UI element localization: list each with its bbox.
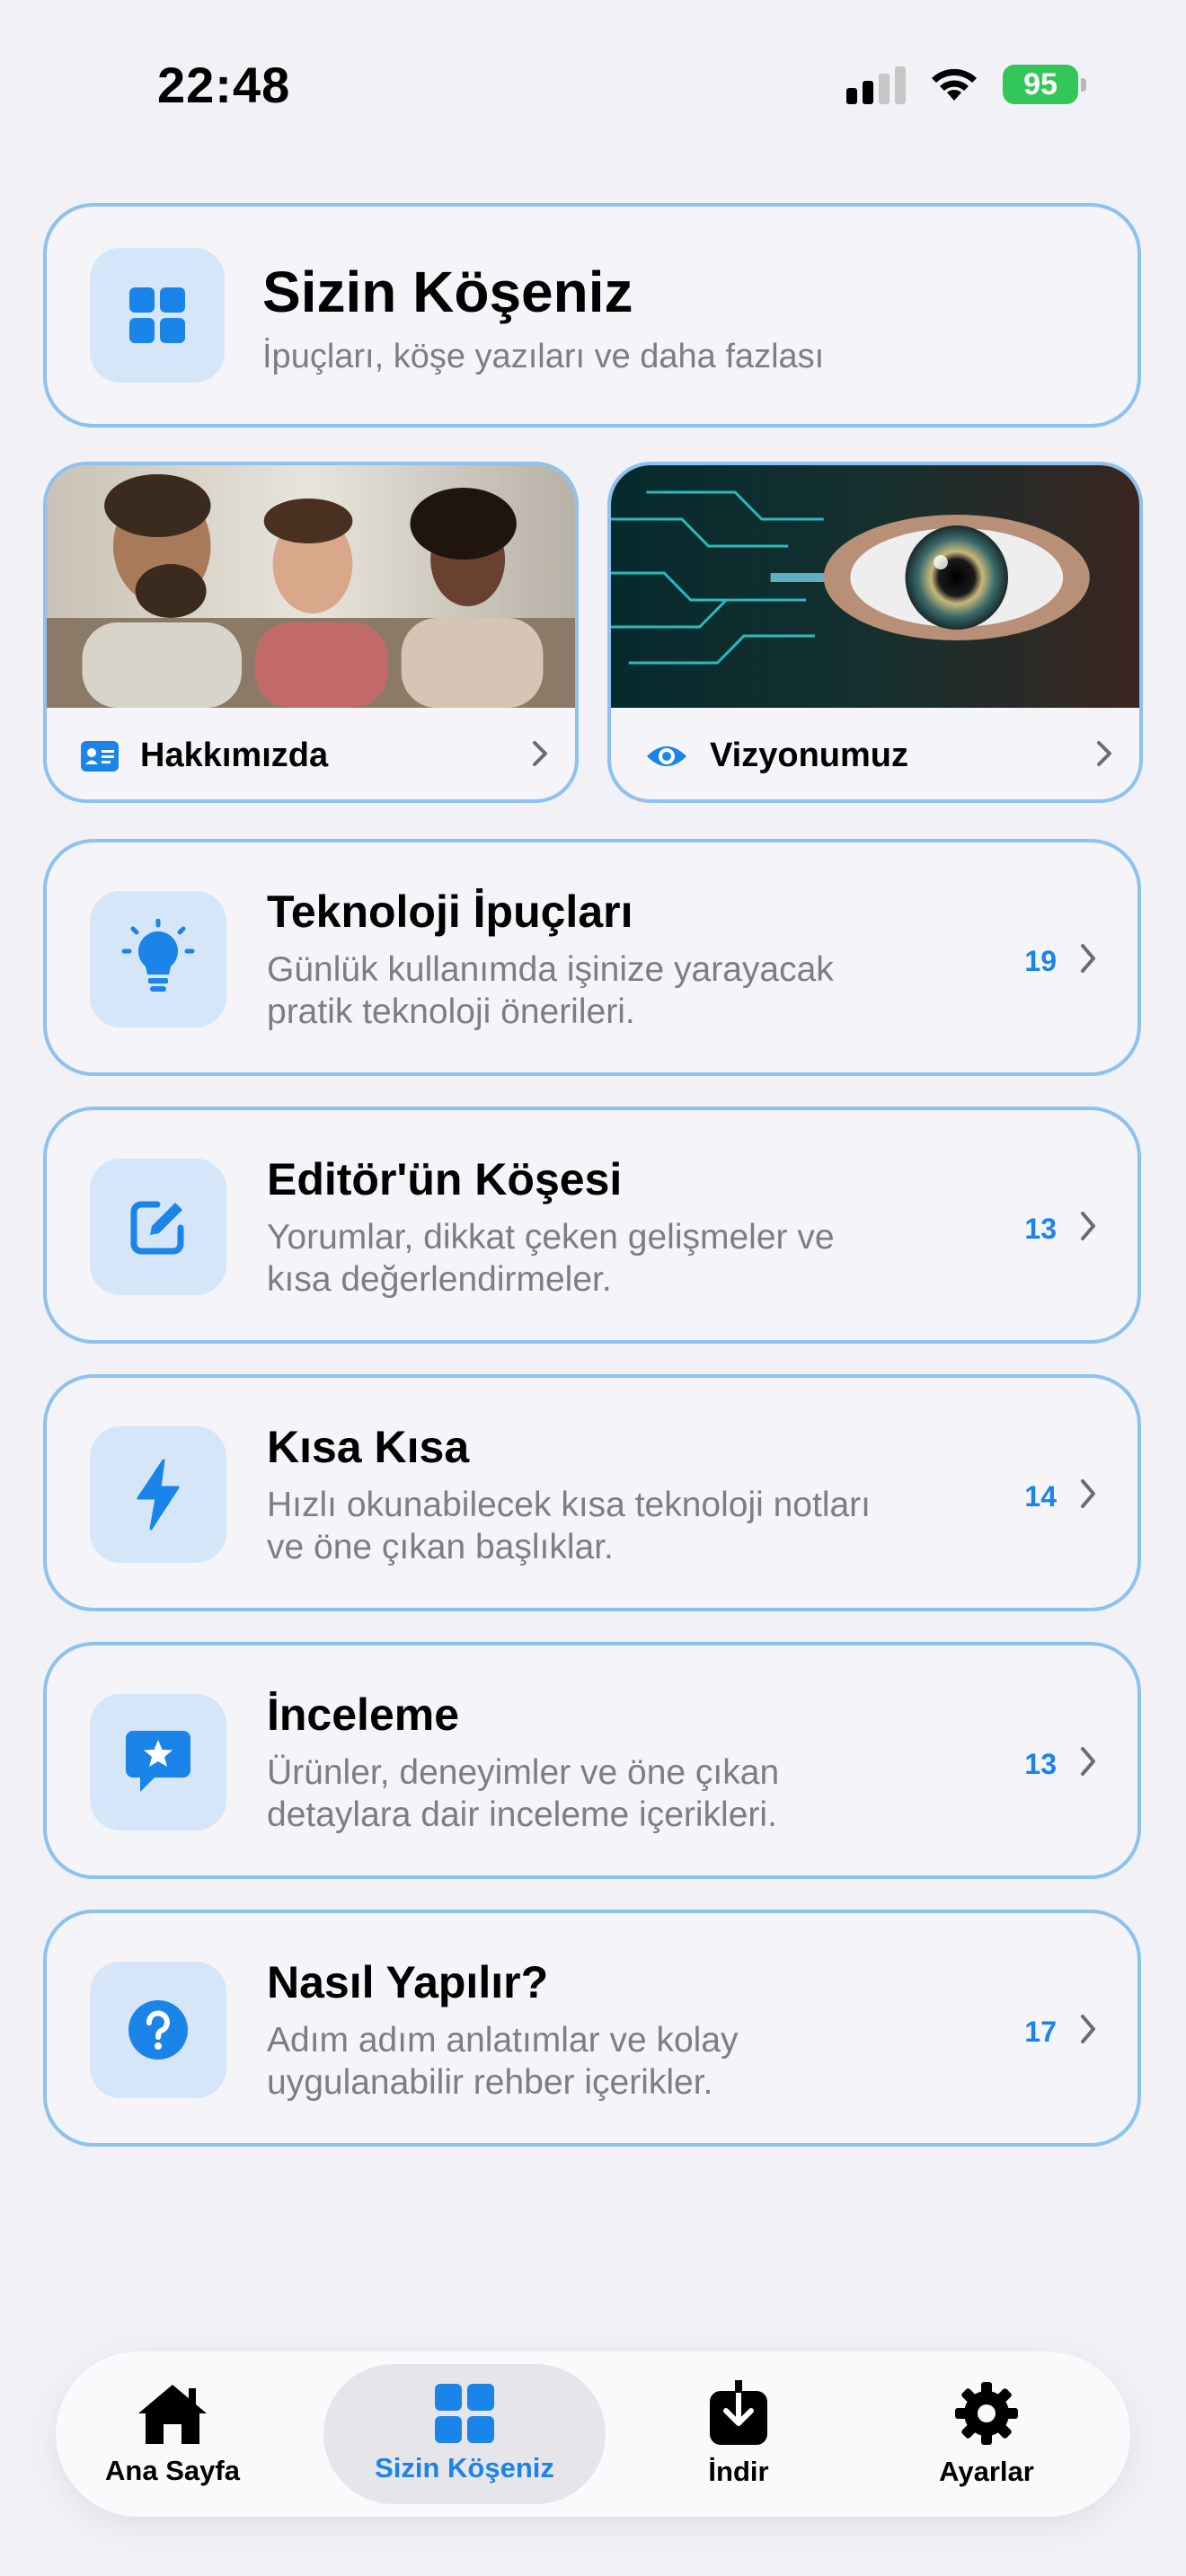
description-line: Ürünler, deneyimler ve öne çıkan (267, 1753, 780, 1792)
category-title: Editör'ün Köşesi (267, 1154, 623, 1204)
grid-icon (435, 2384, 494, 2443)
tab-label: İndir (708, 2456, 769, 2487)
tab-label: Ayarlar (939, 2456, 1034, 2487)
category-card-teknoloji[interactable]: Teknoloji İpuçları Günlük kullanımda işi… (43, 839, 1141, 1076)
description-line: ve öne çıkan başlıklar. (267, 1528, 614, 1566)
lightbulb-icon (121, 919, 195, 992)
page-title: Sizin Köşeniz (262, 260, 633, 324)
category-title: Kısa Kısa (267, 1422, 470, 1472)
chevron-right-icon (1097, 741, 1111, 766)
tab-ayarlar[interactable]: Ayarlar (915, 2351, 1058, 2517)
eye-icon (647, 745, 686, 766)
about-label: Hakkımızda (140, 737, 329, 774)
category-title: Teknoloji İpuçları (267, 887, 633, 937)
grid-icon (129, 287, 185, 343)
star-bubble-icon (126, 1731, 190, 1792)
tab-sizin-koseniz[interactable]: Sizin Köşeniz (323, 2364, 606, 2504)
category-description: Hızlı okunabilecek kısa teknoloji notlar… (267, 1484, 914, 1568)
vision-label: Vizyonumuz (710, 737, 908, 774)
chevron-right-icon (1081, 1479, 1095, 1508)
category-description: Ürünler, deneyimler ve öne çıkan detayla… (267, 1751, 914, 1836)
tab-bar: Ana Sayfa Sizin Köşeniz İndir Ayarlar (56, 2351, 1130, 2517)
category-description: Adım adım anlatımlar ve kolay uygulanabi… (267, 2019, 914, 2104)
category-title: Nasıl Yapılır? (267, 1957, 549, 2007)
description-line: Hızlı okunabilecek kısa teknoloji notlar… (267, 1486, 872, 1524)
chevron-right-icon (1081, 2015, 1095, 2043)
about-label-row: Hakkımızda (81, 737, 328, 775)
page-subtitle: İpuçları, köşe yazıları ve daha fazlası (262, 338, 825, 375)
chevron-right-icon (1081, 1212, 1095, 1240)
tab-label: Ana Sayfa (105, 2455, 240, 2486)
about-card[interactable]: Hakkımızda (43, 462, 579, 803)
vision-label-row: Vizyonumuz (645, 737, 908, 775)
header-icon-tile (90, 248, 225, 383)
tab-home[interactable]: Ana Sayfa (92, 2351, 253, 2517)
vision-card[interactable]: Vizyonumuz (607, 462, 1143, 803)
item-count-badge: 13 (1024, 1748, 1057, 1780)
bolt-icon (137, 1459, 180, 1531)
item-count-badge: 13 (1024, 1213, 1057, 1245)
wifi-icon (932, 68, 977, 101)
description-line: Yorumlar, dikkat çeken gelişmeler ve (267, 1218, 835, 1257)
category-card-editor[interactable]: Editör'ün Köşesi Yorumlar, dikkat çeken … (43, 1107, 1141, 1344)
category-description: Günlük kullanımda işinize yarayacak prat… (267, 948, 914, 1033)
description-line: pratik teknoloji önerileri. (267, 992, 635, 1031)
download-icon (710, 2380, 767, 2445)
eye-photo (611, 465, 1139, 708)
tab-indir[interactable]: İndir (667, 2351, 810, 2517)
category-description: Yorumlar, dikkat çeken gelişmeler ve kıs… (267, 1216, 914, 1301)
description-line: Adım adım anlatımlar ve kolay (267, 2021, 739, 2060)
chevron-right-icon (1081, 944, 1095, 973)
battery-level: 95 (1023, 66, 1058, 101)
header-card: Sizin Köşeniz İpuçları, köşe yazıları ve… (43, 203, 1141, 428)
description-line: detaylara dair inceleme içerikleri. (267, 1795, 777, 1834)
cellular-signal-icon (846, 65, 906, 104)
category-card-nasil-yapilir[interactable]: Nasıl Yapılır? Adım adım anlatımlar ve k… (43, 1910, 1141, 2147)
team-photo (47, 465, 575, 708)
edit-icon (130, 1201, 184, 1255)
chevron-right-icon (1081, 1747, 1095, 1776)
battery-icon: 95 (1003, 65, 1086, 104)
status-time: 22:48 (157, 57, 291, 113)
question-icon (128, 2000, 188, 2060)
category-card-inceleme[interactable]: İnceleme Ürünler, deneyimler ve öne çıka… (43, 1642, 1141, 1879)
status-icons: 95 (846, 65, 1086, 104)
chevron-right-icon (533, 741, 547, 766)
description-line: kısa değerlendirmeler. (267, 1260, 612, 1299)
category-icon-tile (90, 891, 226, 1028)
home-icon (138, 2385, 207, 2444)
gear-icon (955, 2382, 1018, 2445)
tab-label: Sizin Köşeniz (375, 2452, 554, 2483)
category-icon-tile (90, 1159, 226, 1295)
item-count-badge: 17 (1024, 2016, 1057, 2048)
category-icon-tile (90, 1694, 226, 1831)
item-count-badge: 14 (1024, 1480, 1057, 1513)
category-title: İnceleme (267, 1689, 460, 1740)
category-card-kisa-kisa[interactable]: Kısa Kısa Hızlı okunabilecek kısa teknol… (43, 1374, 1141, 1611)
description-line: Günlük kullanımda işinize yarayacak (267, 950, 834, 989)
contact-card-icon (81, 740, 119, 772)
item-count-badge: 19 (1024, 945, 1057, 977)
category-icon-tile (90, 1426, 226, 1563)
category-icon-tile (90, 1962, 226, 2098)
description-line: uygulanabilir rehber içerikler. (267, 2063, 713, 2102)
